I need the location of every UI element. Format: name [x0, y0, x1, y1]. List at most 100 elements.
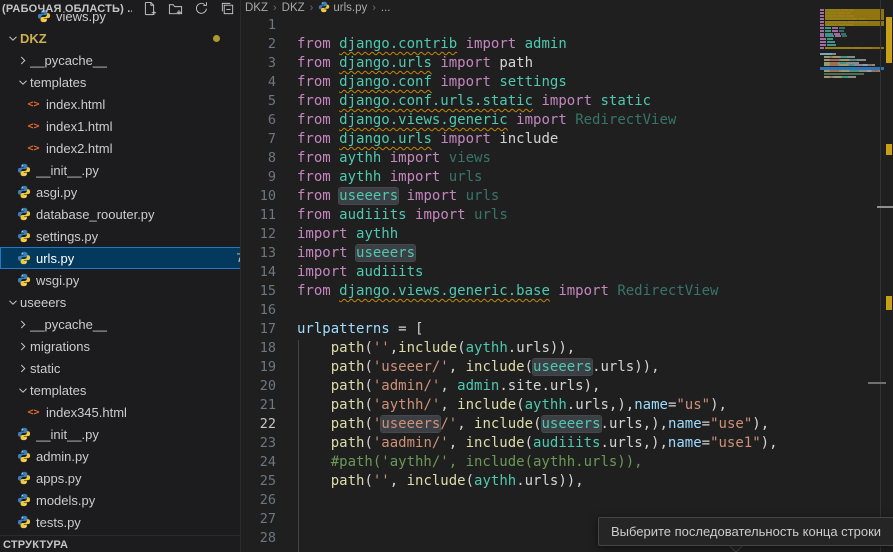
minimap-line-segment: [820, 15, 824, 17]
code-line-19[interactable]: 19 path('useeer/', include(useeers.urls)…: [241, 358, 893, 377]
tree-file-database_roouter.py[interactable]: database_roouter.py: [0, 203, 241, 225]
tree-item-label: __pycache__: [30, 317, 107, 332]
tree-folder-static[interactable]: static: [0, 357, 241, 379]
tree-file-__init__.py[interactable]: __init__.py: [0, 423, 241, 445]
code-line-7[interactable]: 7from django.urls import include: [241, 130, 893, 149]
minimap-line-segment: [830, 59, 840, 61]
python-icon: [16, 493, 31, 508]
python-icon: [16, 163, 31, 178]
code-line-17[interactable]: 17urlpatterns = [: [241, 320, 893, 339]
tree-file-index1.html[interactable]: <>index1.html: [0, 115, 241, 137]
code-line-8[interactable]: 8from aythh import views: [241, 149, 893, 168]
code-text: path('aadmin/', include(audiiits.urls,),…: [297, 434, 778, 453]
code-line-16[interactable]: 16: [241, 301, 893, 320]
breadcrumb-item-urlspy[interactable]: urls.py: [318, 1, 367, 16]
breadcrumb-item-[interactable]: ...: [381, 2, 391, 14]
code-text: from audiiits import urls: [297, 206, 508, 225]
minimap-line-segment: [830, 70, 840, 72]
outline-section-header[interactable]: СТРУКТУРА: [0, 535, 241, 552]
tree-item-label: urls.py: [36, 251, 74, 266]
code-line-10[interactable]: 10from useeers import urls: [241, 187, 893, 206]
refresh-icon[interactable]: [193, 1, 210, 17]
code-line-1[interactable]: 1: [241, 16, 893, 35]
tree-folder-templates[interactable]: templates: [0, 71, 241, 93]
tree-item-label: tests.py: [36, 515, 81, 530]
python-icon: [16, 273, 31, 288]
scrollbar-decoration-line: [868, 382, 886, 384]
minimap-line-segment: [825, 35, 834, 37]
code-line-23[interactable]: 23 path('aadmin/', include(audiiits.urls…: [241, 434, 893, 453]
line-number: 13: [241, 244, 276, 263]
line-number: 26: [241, 491, 276, 510]
minimap-line-segment: [832, 27, 838, 29]
line-number: 1: [241, 16, 276, 35]
line-number: 27: [241, 510, 276, 529]
line-number: 5: [241, 92, 276, 111]
tree-folder-useeers[interactable]: useeers: [0, 291, 241, 313]
tree-file-apps.py[interactable]: apps.py: [0, 467, 241, 489]
tree-item-label: apps.py: [36, 471, 82, 486]
minimap-line-segment: [830, 62, 839, 64]
code-area[interactable]: 12from django.contrib import admin3from …: [241, 0, 893, 552]
tree-file-models.py[interactable]: models.py: [0, 489, 241, 511]
tree-folder-templates[interactable]: templates: [0, 379, 241, 401]
breadcrumb-item-DKZ[interactable]: DKZ: [245, 2, 268, 14]
tree-file-asgi.py[interactable]: asgi.py: [0, 181, 241, 203]
tree-item-label: index2.html: [46, 141, 112, 156]
code-text: import audiiits: [297, 263, 423, 282]
tree-folder-__pycache__[interactable]: __pycache__: [0, 313, 241, 335]
new-folder-icon[interactable]: [167, 1, 184, 17]
code-line-14[interactable]: 14import audiiits: [241, 263, 893, 282]
tree-folder-__pycache__[interactable]: __pycache__: [0, 49, 241, 71]
code-text: path('admin/', admin.site.urls),: [297, 377, 600, 396]
collapse-all-icon[interactable]: [219, 1, 236, 17]
code-line-26[interactable]: 26: [241, 491, 893, 510]
code-line-9[interactable]: 9from aythh import urls: [241, 168, 893, 187]
tree-file-index345.html[interactable]: <>index345.html: [0, 401, 241, 423]
chevron-right-icon: [16, 316, 30, 332]
code-line-20[interactable]: 20 path('admin/', admin.site.urls),: [241, 377, 893, 396]
minimap-line-segment: [839, 30, 843, 32]
python-icon: [16, 515, 31, 530]
tree-file-index.html[interactable]: <>index.html: [0, 93, 241, 115]
breadcrumb-label: DKZ: [245, 2, 268, 14]
code-line-25[interactable]: 25 path('', include(aythh.urls)),: [241, 472, 893, 491]
tree-folder-DKZ[interactable]: DKZ: [0, 27, 241, 49]
code-line-5[interactable]: 5from django.conf.urls.static import sta…: [241, 92, 893, 111]
line-number: 3: [241, 54, 276, 73]
tree-file-settings.py[interactable]: settings.py: [0, 225, 241, 247]
code-line-4[interactable]: 4from django.conf import settings: [241, 73, 893, 92]
minimap-line-segment: [841, 33, 845, 35]
breadcrumb-item-DKZ[interactable]: DKZ: [282, 2, 305, 14]
code-line-12[interactable]: 12import aythh: [241, 225, 893, 244]
tree-item-label: models.py: [36, 493, 95, 508]
code-text: from django.views.generic import Redirec…: [297, 111, 676, 130]
code-line-2[interactable]: 2from django.contrib import admin: [241, 35, 893, 54]
tree-folder-migrations[interactable]: migrations: [0, 335, 241, 357]
code-line-18[interactable]: 18 path('',include(aythh.urls)),: [241, 339, 893, 358]
minimap-line-segment: [847, 56, 856, 58]
code-line-6[interactable]: 6from django.views.generic import Redire…: [241, 111, 893, 130]
code-line-24[interactable]: 24 #path('aythh/', include(aythh.urls)),: [241, 453, 893, 472]
tree-file-admin.py[interactable]: admin.py: [0, 445, 241, 467]
ruler-warning-mark: [886, 144, 892, 155]
overview-ruler[interactable]: [884, 0, 893, 552]
python-icon: [16, 185, 31, 200]
tree-file-urls.py[interactable]: urls.py7: [0, 247, 241, 269]
code-line-3[interactable]: 3from django.urls import path: [241, 54, 893, 73]
new-file-icon[interactable]: [141, 1, 158, 17]
tree-file-tests.py[interactable]: tests.py: [0, 511, 241, 533]
code-line-11[interactable]: 11from audiiits import urls: [241, 206, 893, 225]
line-number: 10: [241, 187, 276, 206]
minimap[interactable]: [820, 0, 884, 552]
scrollbar-decoration-line: [877, 206, 893, 208]
code-line-22[interactable]: 22 path('useeers/', include(useeers.urls…: [241, 415, 893, 434]
code-line-13[interactable]: 13import useeers: [241, 244, 893, 263]
code-line-21[interactable]: 21 path('aythh/', include(aythh.urls,),n…: [241, 396, 893, 415]
code-line-15[interactable]: 15from django.views.generic.base import …: [241, 282, 893, 301]
tree-file-wsgi.py[interactable]: wsgi.py: [0, 269, 241, 291]
tree-file-index2.html[interactable]: <>index2.html: [0, 137, 241, 159]
minimap-line-segment: [820, 21, 824, 23]
code-text: path('aythh/', include(aythh.urls,),name…: [297, 396, 727, 415]
tree-file-__init__.py[interactable]: __init__.py: [0, 159, 241, 181]
